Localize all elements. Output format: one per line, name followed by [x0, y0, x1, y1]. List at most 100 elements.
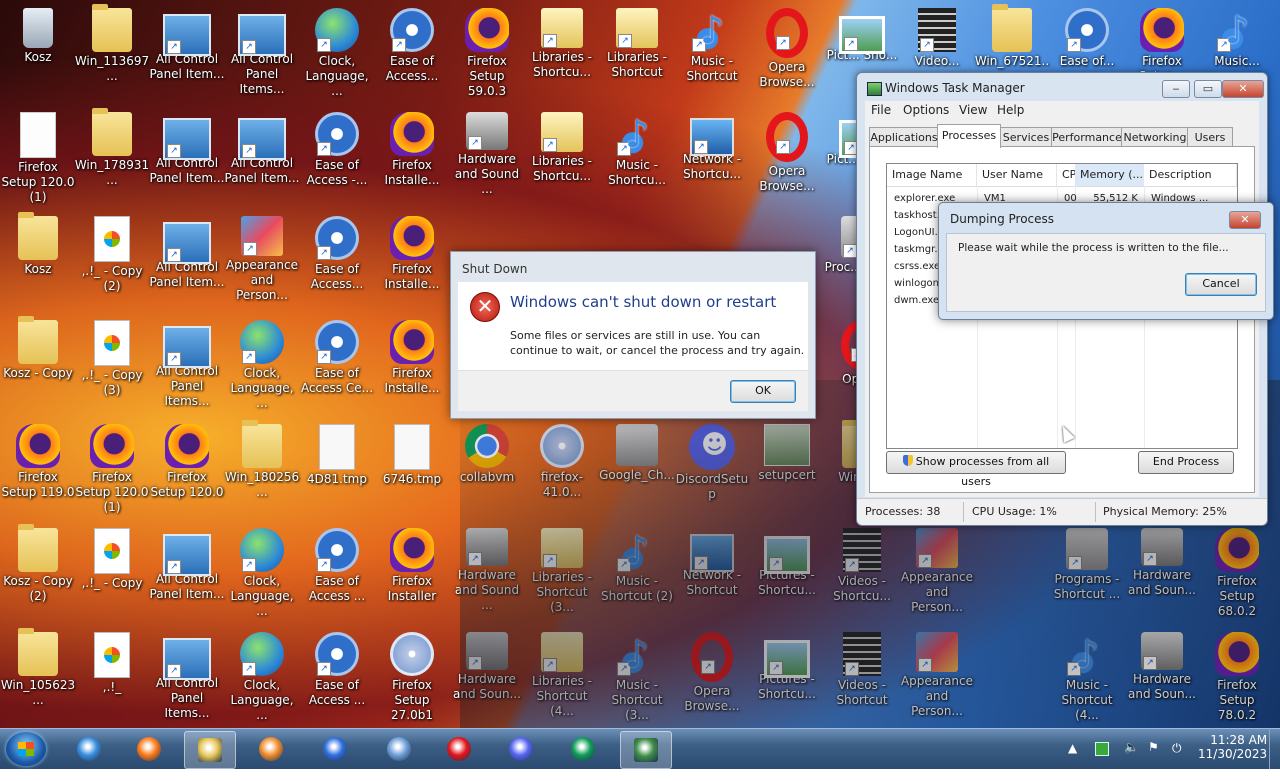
desktop-icon[interactable]: Firefox Setup 120.0 [149, 420, 225, 520]
desktop-icon[interactable]: collabvm [449, 420, 525, 520]
desktop-icon[interactable]: ,.!_ - Copy [74, 524, 150, 624]
desktop-icon[interactable]: ,.!_ - Copy (2) [74, 212, 150, 312]
taskbar-button[interactable] [64, 731, 114, 767]
menu-file[interactable]: File [871, 103, 891, 117]
power-icon[interactable]: ⏻ [1172, 741, 1182, 781]
desktop-icon[interactable]: ↗ Libraries - Shortcut [599, 4, 675, 104]
desktop-icon[interactable]: Win_180256... [224, 420, 300, 520]
desktop-icon[interactable]: Firefox Installe... [374, 316, 450, 416]
tab-users[interactable]: Users [1187, 127, 1233, 147]
desktop-icon[interactable]: Win_105623... [0, 628, 76, 728]
desktop-icon[interactable]: ↗ All Control Panel Item... [224, 108, 300, 208]
desktop-icon[interactable]: ↗ Ease of Access ... [299, 524, 375, 624]
desktop-icon[interactable]: Firefox Setup 119.0 [0, 420, 76, 520]
desktop-icon[interactable]: ↗ Libraries - Shortcu... [524, 4, 600, 104]
start-button[interactable] [6, 732, 46, 766]
taskbar-button[interactable] [184, 731, 236, 769]
column-user-name[interactable]: User Name [977, 164, 1057, 186]
desktop-icon[interactable]: ↗ Ease of Access... [299, 212, 375, 312]
close-button[interactable]: ✕ [1222, 80, 1264, 98]
desktop-icon[interactable]: ↗ All Control Panel Item... [149, 4, 225, 104]
desktop-icon[interactable]: Win_113697... [74, 4, 150, 104]
desktop-icon[interactable]: Firefox Installe... [374, 108, 450, 208]
clock[interactable]: 11:28 AM 11/30/2023 [1198, 733, 1267, 773]
desktop-icon[interactable]: ↗ Opera Browse... [749, 4, 825, 104]
desktop-icon[interactable]: ↗ Clock, Language, ... [299, 4, 375, 104]
taskbar-button[interactable] [620, 731, 672, 769]
desktop-icon[interactable]: ↗ Libraries - Shortcu... [524, 108, 600, 208]
desktop-icon[interactable]: ↗ Videos - Shortcut [824, 628, 900, 728]
desktop-icon[interactable]: Firefox Installe... [374, 212, 450, 312]
taskbar-button[interactable] [558, 731, 608, 767]
desktop-icon[interactable]: setupcert [749, 420, 825, 520]
desktop-icon[interactable]: ↗ All Control Panel Item... [149, 108, 225, 208]
desktop-icon[interactable]: ↗ Music - Shortcut (4... [1049, 628, 1125, 728]
desktop-icon[interactable]: ↗ Network - Shortcut [674, 524, 750, 624]
desktop-icon[interactable]: ↗ Programs - Shortcut ... [1049, 524, 1125, 624]
tab-processes[interactable]: Processes [937, 124, 1001, 148]
taskbar-button[interactable] [374, 731, 424, 767]
desktop-icon[interactable]: ↗ Opera Browse... [674, 628, 750, 728]
desktop-icon[interactable]: firefox-41.0... [524, 420, 600, 520]
desktop-icon[interactable]: ↗ Hardware and Soun... [449, 628, 525, 728]
taskbar-button[interactable] [246, 731, 296, 767]
speaker-muted-icon[interactable]: 🔈 [1124, 740, 1139, 780]
desktop-icon[interactable]: ↗ Clock, Language, ... [224, 524, 300, 624]
column-memory[interactable]: Memory (... [1075, 164, 1144, 186]
desktop-icon[interactable]: ↗ Ease of Access ... [299, 628, 375, 728]
desktop-icon[interactable]: Win_178931... [74, 108, 150, 208]
menu-options[interactable]: Options [903, 103, 949, 117]
desktop-icon[interactable]: ↗ Hardware and Soun... [1124, 628, 1200, 728]
desktop-icon[interactable]: ↗ Hardware and Soun... [1124, 524, 1200, 624]
desktop-icon[interactable]: Firefox Setup 78.0.2 [1199, 628, 1275, 728]
desktop-icon[interactable]: ↗ Appearance and Person... [899, 628, 975, 728]
desktop-icon[interactable]: ↗ Pictures - Shortcu... [749, 524, 825, 624]
desktop-icon[interactable]: Firefox Installer [374, 524, 450, 624]
desktop-icon[interactable]: ↗ Clock, Language, ... [224, 628, 300, 728]
cancel-button[interactable]: Cancel [1185, 273, 1257, 296]
desktop-icon[interactable]: ↗ All Control Panel Items... [224, 4, 300, 104]
desktop-icon[interactable]: Firefox Setup 68.0.2 [1199, 524, 1275, 624]
desktop-icon[interactable]: ↗ Ease of Access Ce... [299, 316, 375, 416]
desktop-icon[interactable]: ↗ Appearance and Person... [899, 524, 975, 624]
show-hidden-icons-icon[interactable]: ▲ [1068, 741, 1077, 781]
show-desktop-button[interactable] [1269, 729, 1280, 769]
desktop-icon[interactable]: Kosz [0, 212, 76, 312]
desktop-icon[interactable]: Kosz - Copy (2) [0, 524, 76, 624]
tab-services[interactable]: Services [999, 127, 1053, 147]
taskbar-button[interactable] [124, 731, 174, 767]
desktop-icon[interactable]: Firefox Setup 27.0b1 [374, 628, 450, 728]
action-center-icon[interactable]: ⚑ [1148, 740, 1159, 780]
desktop-icon[interactable]: ↗ Appearance and Person... [224, 212, 300, 312]
desktop-icon[interactable]: ↗ Clock, Language, ... [224, 316, 300, 416]
tab-applications[interactable]: Applications [869, 127, 939, 147]
desktop-icon[interactable]: Firefox Setup 120.0 (1) [74, 420, 150, 520]
desktop-icon[interactable]: ↗ Music - Shortcut (3... [599, 628, 675, 728]
task-manager-titlebar[interactable]: Windows Task Manager ‒ ▭ ✕ [857, 73, 1267, 103]
tab-performance[interactable]: Performance [1051, 127, 1123, 147]
column-image-name[interactable]: Image Name [887, 164, 977, 186]
desktop-icon[interactable]: Firefox Setup 120.0 (1) [0, 108, 76, 208]
desktop-icon[interactable]: ↗ Hardware and Sound ... [449, 524, 525, 624]
end-process-button[interactable]: End Process [1138, 451, 1234, 474]
menu-help[interactable]: Help [997, 103, 1024, 117]
taskbar-button[interactable] [310, 731, 360, 767]
desktop-icon[interactable]: ↗ Music - Shortcut [674, 4, 750, 104]
taskbar-button[interactable] [434, 731, 484, 767]
desktop-icon[interactable]: ↗ Pictures - Shortcu... [749, 628, 825, 728]
ok-button[interactable]: OK [730, 380, 796, 403]
menu-view[interactable]: View [959, 103, 987, 117]
dump-close-button[interactable]: ✕ [1229, 211, 1261, 229]
desktop-icon[interactable]: ↗ All Control Panel Item... [149, 212, 225, 312]
desktop-icon[interactable]: 6746.tmp [374, 420, 450, 520]
tab-networking[interactable]: Networking [1121, 127, 1189, 147]
desktop-icon[interactable]: DiscordSetup [674, 420, 750, 520]
taskbar-button[interactable] [496, 731, 546, 767]
desktop-icon[interactable]: ↗ Music - Shortcu... [599, 108, 675, 208]
desktop-icon[interactable]: ↗ Libraries - Shortcut (4... [524, 628, 600, 728]
desktop-icon[interactable]: Firefox Setup 59.0.3 [449, 4, 525, 104]
desktop-icon[interactable]: 4D81.tmp [299, 420, 375, 520]
desktop-icon[interactable]: ,.!_ [74, 628, 150, 728]
desktop-icon[interactable]: ↗ Opera Browse... [749, 108, 825, 208]
desktop-icon[interactable]: ↗ Music - Shortcut (2) [599, 524, 675, 624]
